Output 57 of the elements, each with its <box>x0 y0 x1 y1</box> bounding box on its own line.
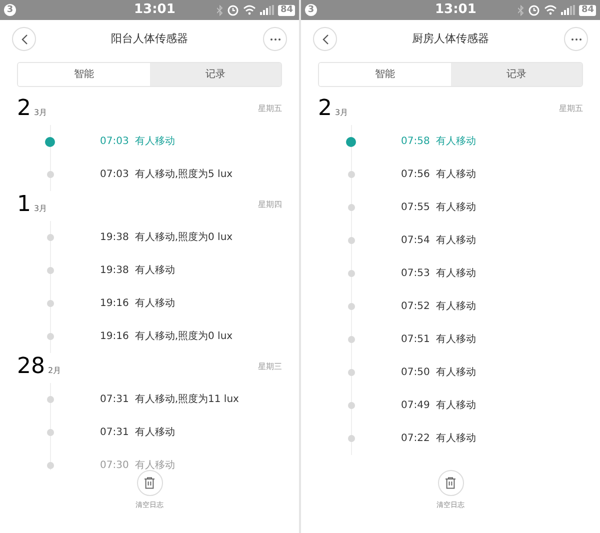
battery-indicator: 84 <box>579 4 596 16</box>
month-label: 3月 <box>34 203 48 215</box>
event-text: 07:22 有人移动 <box>401 432 476 446</box>
clear-log-button[interactable] <box>438 470 464 496</box>
more-icon <box>270 38 280 40</box>
event-text: 07:30 有人移动 <box>100 459 175 470</box>
event-text: 07:54 有人移动 <box>401 234 476 248</box>
event-text: 07:03 有人移动 <box>100 135 175 149</box>
clock: 13:01 <box>435 1 476 20</box>
more-icon <box>570 38 582 40</box>
trash-icon <box>445 477 456 489</box>
trash-icon <box>144 477 155 489</box>
tab[interactable]: 记录 <box>450 63 582 86</box>
bluetooth-icon <box>217 4 224 16</box>
alarm-clock-icon <box>528 4 540 16</box>
tab[interactable]: 记录 <box>150 63 281 86</box>
signal-icon <box>561 5 576 15</box>
signal-icon <box>260 5 274 15</box>
weekday-label: 星期五 <box>258 103 282 115</box>
bluetooth-icon <box>518 4 524 16</box>
event-text: 07:49 有人移动 <box>401 399 476 413</box>
battery-indicator: 84 <box>278 4 295 16</box>
back-button[interactable] <box>12 27 36 51</box>
weekday-label: 星期五 <box>559 103 583 115</box>
month-label: 3月 <box>34 107 48 119</box>
event-text: 07:52 有人移动 <box>401 300 476 314</box>
event-text: 07:58 有人移动 <box>401 135 476 149</box>
event-text: 19:38 有人移动 <box>100 264 175 278</box>
window-title: 阳台人体传感器 <box>110 30 189 47</box>
event-text: 07:51 有人移动 <box>401 333 476 347</box>
day-number: 2 <box>318 97 332 121</box>
event-text: 07:53 有人移动 <box>401 267 476 281</box>
event-text: 07:56 有人移动 <box>401 168 476 182</box>
notification-badge: 3 <box>305 4 317 16</box>
notification-badge: 3 <box>4 4 16 16</box>
alarm-clock-icon <box>227 4 240 16</box>
month-label: 3月 <box>335 107 348 119</box>
event-text: 07:55 有人移动 <box>401 201 476 215</box>
day-number: 1 <box>17 193 31 217</box>
event-text: 07:50 有人移动 <box>401 366 476 380</box>
event-text: 19:16 有人移动 <box>100 297 175 311</box>
event-text: 07:03 有人移动,照度为5 lux <box>100 168 233 182</box>
weekday-label: 星期四 <box>258 199 282 211</box>
wifi-icon <box>544 5 558 15</box>
event-text: 19:16 有人移动,照度为0 lux <box>100 330 233 344</box>
wifi-icon <box>243 5 256 15</box>
weekday-label: 星期三 <box>258 361 282 373</box>
back-button[interactable] <box>313 27 337 51</box>
clear-log-button[interactable] <box>136 470 162 496</box>
event-text: 19:38 有人移动,照度为0 lux <box>100 230 233 245</box>
day-number: 2 <box>17 97 31 121</box>
month-label: 2月 <box>48 365 62 377</box>
clock: 13:01 <box>134 1 176 20</box>
event-text: 07:31 有人移动,照度为11 lux <box>100 392 239 407</box>
event-text: 07:31 有人移动 <box>100 426 175 440</box>
window-title: 厨房人体传感器 <box>411 30 490 47</box>
day-number: 28 <box>17 355 45 379</box>
